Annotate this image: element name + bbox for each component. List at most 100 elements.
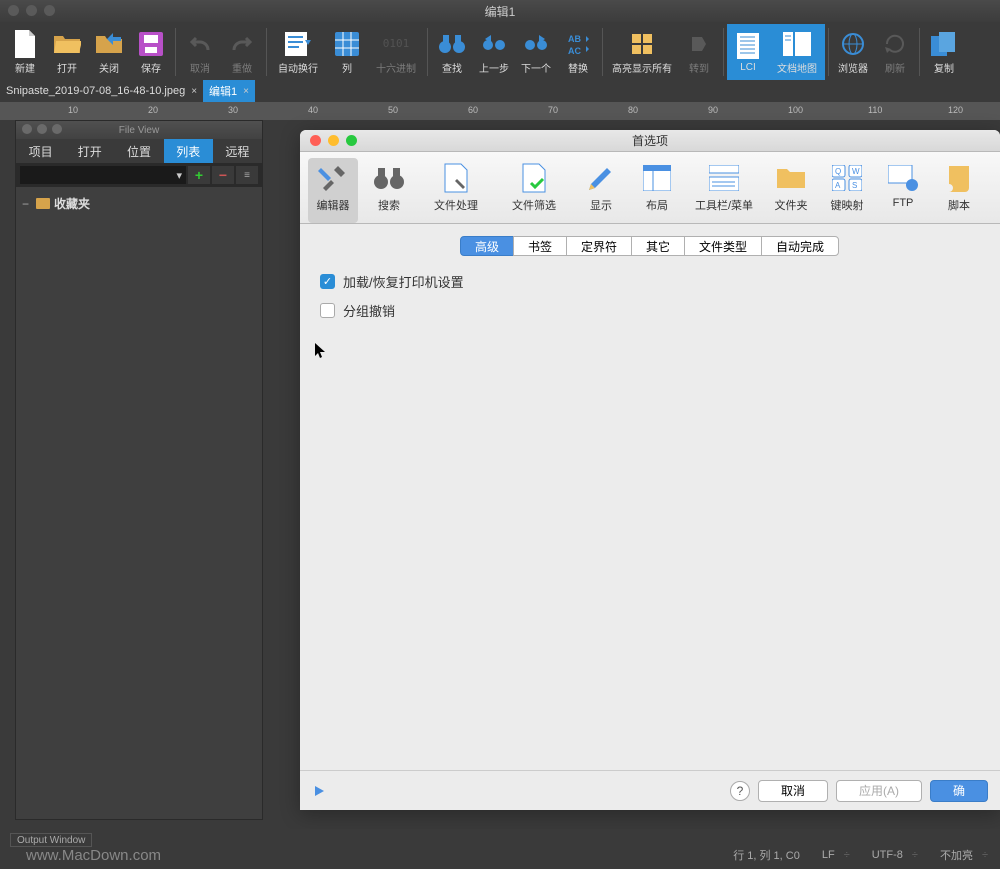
autowrap-button[interactable]: 自动换行: [270, 24, 326, 80]
remove-button[interactable]: −: [212, 166, 234, 184]
subtab-other[interactable]: 其它: [631, 236, 685, 256]
subtab-autocomplete[interactable]: 自动完成: [761, 236, 839, 256]
cancel-button[interactable]: 取消: [758, 780, 828, 802]
globe-icon: [839, 30, 867, 58]
folder-icon: [36, 198, 50, 209]
pref-min-icon[interactable]: [328, 135, 339, 146]
svg-text:W: W: [852, 167, 860, 176]
tools-icon: [317, 162, 349, 194]
tab-close-icon[interactable]: ×: [243, 86, 249, 97]
pref-filefilter-button[interactable]: 文件筛选: [498, 158, 570, 223]
subtab-delimiter[interactable]: 定界符: [566, 236, 632, 256]
min-light[interactable]: [26, 5, 37, 16]
sidetab-location[interactable]: 位置: [114, 139, 163, 163]
tab-file1[interactable]: Snipaste_2019-07-08_16-48-10.jpeg×: [0, 80, 203, 102]
apply-button[interactable]: 应用(A): [836, 780, 922, 802]
column-button[interactable]: 列: [326, 24, 368, 80]
pref-layout-button[interactable]: 布局: [632, 158, 682, 223]
side-dropdown[interactable]: ▾: [20, 166, 186, 184]
tab-file2[interactable]: 编辑1×: [203, 80, 255, 102]
subtab-advanced[interactable]: 高级: [460, 236, 514, 256]
hex-button[interactable]: 0101十六进制: [368, 24, 424, 80]
hex-icon: 0101: [382, 30, 410, 58]
undo-button[interactable]: 取消: [179, 24, 221, 80]
pref-search-button[interactable]: 搜索: [364, 158, 414, 223]
close-light[interactable]: [8, 5, 19, 16]
collapse-icon[interactable]: −: [22, 197, 32, 211]
pref-titlebar: 首选项: [300, 130, 1000, 152]
help-button[interactable]: ?: [730, 781, 750, 801]
pref-display-button[interactable]: 显示: [576, 158, 626, 223]
checkbox-off-icon[interactable]: [320, 303, 335, 318]
find-button[interactable]: 查找: [431, 24, 473, 80]
pref-filehandle-button[interactable]: 文件处理: [420, 158, 492, 223]
tab-close-icon[interactable]: ×: [191, 86, 197, 97]
ruler: 10 20 30 40 50 60 70 80 90 100 110 120: [0, 102, 1000, 120]
check-groupundo[interactable]: 分组撤销: [320, 301, 980, 320]
tree-favorites[interactable]: − 收藏夹: [22, 193, 256, 214]
side-tabs: 项目 打开 位置 列表 远程: [16, 139, 262, 163]
file-icon: [11, 30, 39, 58]
ok-button[interactable]: 确: [930, 780, 988, 802]
pref-folder-button[interactable]: 文件夹: [766, 158, 816, 223]
redo-button[interactable]: 重做: [221, 24, 263, 80]
preferences-dialog: 首选项 编辑器 搜索 文件处理 文件筛选 显示 布局 工具栏/菜单 文件夹 QW…: [300, 130, 1000, 810]
status-highlight[interactable]: 不加亮: [934, 847, 994, 863]
new-button[interactable]: 新建: [4, 24, 46, 80]
binoculars-icon: [373, 162, 405, 194]
refresh-icon: [881, 30, 909, 58]
file-tools-icon: [440, 162, 472, 194]
prev-button[interactable]: 上一步: [473, 24, 515, 80]
status-encoding[interactable]: UTF-8: [866, 847, 924, 863]
browser-button[interactable]: 浏览器: [832, 24, 874, 80]
open-button[interactable]: 打开: [46, 24, 88, 80]
close-button[interactable]: 关闭: [88, 24, 130, 80]
highlight-button[interactable]: 高亮显示所有: [606, 24, 678, 80]
pref-ftp-button[interactable]: FTP: [878, 158, 928, 223]
copy-icon: [930, 30, 958, 58]
replace-button[interactable]: ABAC替换: [557, 24, 599, 80]
subtab-bookmark[interactable]: 书签: [513, 236, 567, 256]
subtab-filetype[interactable]: 文件类型: [684, 236, 762, 256]
play-icon[interactable]: [312, 784, 326, 798]
menu-button[interactable]: ≡: [236, 166, 258, 184]
sidetab-open[interactable]: 打开: [65, 139, 114, 163]
save-button[interactable]: 保存: [130, 24, 172, 80]
menu-icon: [708, 162, 740, 194]
pref-script-button[interactable]: 脚本: [934, 158, 984, 223]
sidetab-list[interactable]: 列表: [164, 139, 213, 163]
check-printer[interactable]: ✓ 加载/恢复打印机设置: [320, 272, 980, 291]
pref-footer: ? 取消 应用(A) 确: [300, 770, 1000, 810]
goto-button[interactable]: 转到: [678, 24, 720, 80]
pref-close-icon[interactable]: [310, 135, 321, 146]
prev-icon: [480, 30, 508, 58]
pencil-icon: [585, 162, 617, 194]
max-light[interactable]: [44, 5, 55, 16]
ftp-icon: [887, 162, 919, 194]
pref-keymap-button[interactable]: QWAS键映射: [822, 158, 872, 223]
sidetab-project[interactable]: 项目: [16, 139, 65, 163]
redo-icon: [228, 30, 256, 58]
next-button[interactable]: 下一个: [515, 24, 557, 80]
folder-close-icon: [95, 30, 123, 58]
side-toolbar: ▾ + − ≡: [16, 163, 262, 187]
traffic-lights[interactable]: [8, 5, 55, 16]
status-position: 行 1, 列 1, C0: [727, 847, 806, 863]
pref-max-icon[interactable]: [346, 135, 357, 146]
main-toolbar: 新建 打开 关闭 保存 取消 重做 自动换行 列 0101十六进制 查找 上一步…: [0, 22, 1000, 80]
file-check-icon: [518, 162, 550, 194]
checkbox-on-icon[interactable]: ✓: [320, 274, 335, 289]
docmap-button[interactable]: 文档地图: [769, 24, 825, 80]
output-window-tab[interactable]: Output Window: [10, 833, 92, 847]
copy-button[interactable]: 复制: [923, 24, 965, 80]
pref-subtabs: 高级 书签 定界符 其它 文件类型 自动完成: [300, 236, 1000, 256]
refresh-button[interactable]: 刷新: [874, 24, 916, 80]
pref-editor-button[interactable]: 编辑器: [308, 158, 358, 223]
pref-body: 高级 书签 定界符 其它 文件类型 自动完成 ✓ 加载/恢复打印机设置 分组撤销…: [300, 224, 1000, 810]
status-lineending[interactable]: LF: [816, 847, 856, 863]
pref-toolbarmenu-button[interactable]: 工具栏/菜单: [688, 158, 760, 223]
lci-button[interactable]: LCI: [727, 24, 769, 80]
add-button[interactable]: +: [188, 166, 210, 184]
file-view-panel: File View 项目 打开 位置 列表 远程 ▾ + − ≡ − 收藏夹: [15, 120, 263, 820]
sidetab-remote[interactable]: 远程: [213, 139, 262, 163]
